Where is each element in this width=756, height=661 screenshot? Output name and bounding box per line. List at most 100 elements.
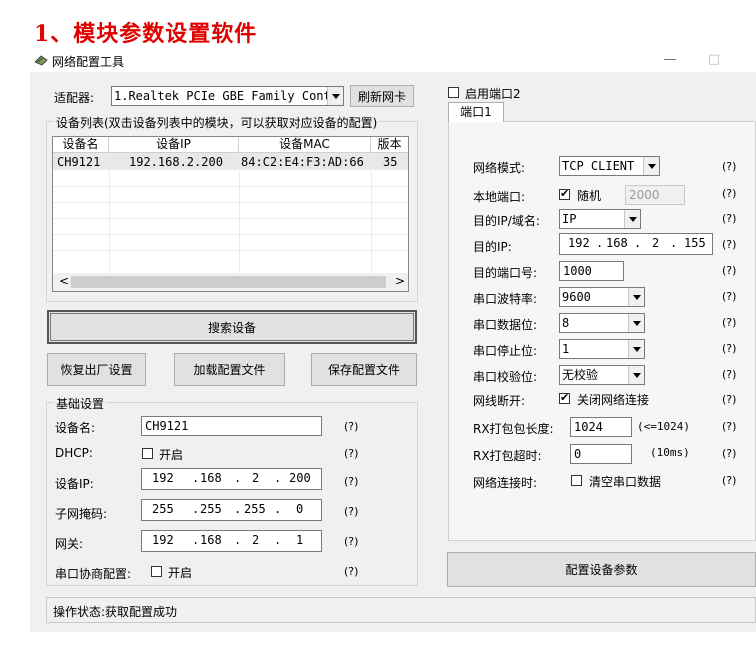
help-device-name[interactable]: (?) bbox=[344, 420, 358, 433]
net-mode-value: TCP CLIENT bbox=[562, 159, 635, 173]
help-device-ip[interactable]: (?) bbox=[344, 475, 358, 488]
chevron-down-icon bbox=[624, 210, 640, 228]
dhcp-checkbox[interactable] bbox=[142, 448, 153, 459]
clear-serial-checkbox[interactable] bbox=[571, 475, 582, 486]
device-ip-input[interactable]: 192 . 168 . 2 . 200 bbox=[141, 468, 322, 490]
data-bits-select[interactable]: 8 bbox=[559, 313, 645, 333]
apply-config-button[interactable]: 配置设备参数 bbox=[447, 552, 756, 587]
rx-length-label: RX打包包长度: bbox=[473, 422, 554, 436]
refresh-adapter-button[interactable]: 刷新网卡 bbox=[350, 85, 414, 107]
chevron-down-icon bbox=[628, 340, 644, 358]
adapter-select[interactable]: 1.Realtek PCIe GBE Family Cont: bbox=[111, 86, 344, 106]
help-dest-ip[interactable]: (?) bbox=[722, 238, 736, 251]
parity-select[interactable]: 无校验 bbox=[559, 365, 645, 385]
net-mode-label: 网络模式: bbox=[473, 161, 526, 175]
column-header-version[interactable]: 版本 bbox=[371, 137, 408, 153]
help-stop-bits[interactable]: (?) bbox=[722, 342, 736, 355]
help-baud[interactable]: (?) bbox=[722, 290, 736, 303]
ip-dot: . bbox=[234, 471, 242, 485]
scroll-right-icon[interactable]: > bbox=[395, 274, 405, 288]
disconnect-label: 网线断开: bbox=[473, 394, 526, 408]
help-dest-port[interactable]: (?) bbox=[722, 264, 736, 277]
dest-port-input[interactable]: 1000 bbox=[559, 261, 624, 281]
help-parity[interactable]: (?) bbox=[722, 368, 736, 381]
gateway-label: 网关: bbox=[55, 537, 84, 551]
ip-octet: 2 bbox=[652, 236, 660, 250]
ip-octet: 255 bbox=[200, 502, 222, 516]
device-list-title: 设备列表(双击设备列表中的模块，可以获取对应设备的配置) bbox=[54, 114, 380, 131]
help-gateway[interactable]: (?) bbox=[344, 535, 358, 548]
grid-line bbox=[53, 218, 408, 219]
help-disconnect[interactable]: (?) bbox=[722, 393, 736, 406]
device-list[interactable]: 设备名 设备IP 设备MAC 版本 CH9121 192.168.2.200 8… bbox=[52, 136, 409, 292]
ip-octet: 255 bbox=[244, 502, 266, 516]
ip-octet: 192 bbox=[568, 236, 590, 250]
stop-bits-select[interactable]: 1 bbox=[559, 339, 645, 359]
grid-line bbox=[53, 250, 408, 251]
local-port-input[interactable]: 2000 bbox=[625, 185, 685, 205]
ip-octet: 2 bbox=[252, 471, 260, 485]
subnet-mask-input[interactable]: 255 . 255 . 255 . 0 bbox=[141, 499, 322, 521]
dest-ip-input[interactable]: 192 . 168 . 2 . 155 bbox=[559, 233, 713, 255]
ip-octet: 168 bbox=[200, 471, 222, 485]
device-name-input[interactable]: CH9121 bbox=[141, 416, 322, 436]
horizontal-scrollbar[interactable]: < > bbox=[53, 273, 408, 291]
cell-device-name: CH9121 bbox=[57, 155, 101, 169]
enable-port2-checkbox[interactable] bbox=[448, 87, 459, 98]
help-rx-length[interactable]: (?) bbox=[722, 420, 736, 433]
close-connection-checkbox[interactable] bbox=[559, 391, 570, 405]
stop-bits-value: 1 bbox=[562, 342, 570, 356]
scroll-left-icon[interactable]: < bbox=[59, 274, 69, 288]
help-subnet-mask[interactable]: (?) bbox=[344, 505, 358, 518]
rx-timeout-input[interactable]: 0 bbox=[570, 444, 632, 464]
load-config-button[interactable]: 加载配置文件 bbox=[174, 353, 285, 386]
chevron-down-icon bbox=[628, 314, 644, 332]
column-header-name[interactable]: 设备名 bbox=[53, 137, 109, 153]
help-dest-type[interactable]: (?) bbox=[722, 212, 736, 225]
help-rx-timeout[interactable]: (?) bbox=[722, 447, 736, 460]
scrollbar-thumb[interactable] bbox=[71, 276, 386, 288]
help-data-bits[interactable]: (?) bbox=[722, 316, 736, 329]
grid-line bbox=[109, 153, 110, 273]
rx-length-input[interactable]: 1024 bbox=[570, 417, 632, 437]
ip-octet: 2 bbox=[252, 533, 260, 547]
serial-negotiate-checkbox[interactable] bbox=[151, 566, 162, 577]
gateway-input[interactable]: 192 . 168 . 2 . 1 bbox=[141, 530, 322, 552]
ip-dot: . bbox=[670, 236, 678, 250]
grid-line bbox=[371, 153, 372, 273]
column-header-ip[interactable]: 设备IP bbox=[109, 137, 239, 153]
help-on-connect[interactable]: (?) bbox=[722, 474, 736, 487]
basic-settings-title: 基础设置 bbox=[54, 395, 107, 412]
dest-ip-label: 目的IP: bbox=[473, 240, 512, 254]
ip-dot: . bbox=[274, 502, 282, 516]
factory-reset-button[interactable]: 恢复出厂设置 bbox=[47, 353, 146, 386]
dest-type-select[interactable]: IP bbox=[559, 209, 641, 229]
ip-octet: 200 bbox=[289, 471, 311, 485]
subnet-mask-label: 子网掩码: bbox=[55, 507, 108, 521]
save-config-button[interactable]: 保存配置文件 bbox=[311, 353, 417, 386]
cell-device-version: 35 bbox=[383, 155, 398, 169]
net-mode-select[interactable]: TCP CLIENT bbox=[559, 156, 660, 176]
status-text: 操作状态:获取配置成功 bbox=[53, 605, 178, 619]
chevron-down-icon bbox=[327, 87, 343, 105]
adapter-label: 适配器: bbox=[54, 91, 95, 105]
ip-dot: . bbox=[634, 236, 642, 250]
minimize-button[interactable]: — bbox=[662, 52, 678, 68]
maximize-button[interactable]: □ bbox=[706, 52, 722, 68]
help-net-mode[interactable]: (?) bbox=[722, 160, 736, 173]
ip-dot: . bbox=[192, 502, 200, 516]
search-device-button[interactable]: 搜索设备 bbox=[47, 310, 417, 344]
help-serial-negotiate[interactable]: (?) bbox=[344, 565, 358, 578]
chevron-down-icon bbox=[643, 157, 659, 175]
baud-select[interactable]: 9600 bbox=[559, 287, 645, 307]
help-local-port[interactable]: (?) bbox=[722, 187, 736, 200]
help-dhcp[interactable]: (?) bbox=[344, 447, 358, 460]
column-header-mac[interactable]: 设备MAC bbox=[239, 137, 371, 153]
dest-type-label: 目的IP/域名: bbox=[473, 214, 540, 228]
tab-port1[interactable]: 端口1 bbox=[448, 102, 504, 122]
local-port-label: 本地端口: bbox=[473, 190, 526, 204]
ip-dot: . bbox=[192, 471, 200, 485]
adapter-value: 1.Realtek PCIe GBE Family Cont: bbox=[114, 89, 338, 103]
window-title: 网络配置工具 bbox=[52, 55, 125, 69]
random-port-checkbox[interactable] bbox=[559, 187, 570, 201]
